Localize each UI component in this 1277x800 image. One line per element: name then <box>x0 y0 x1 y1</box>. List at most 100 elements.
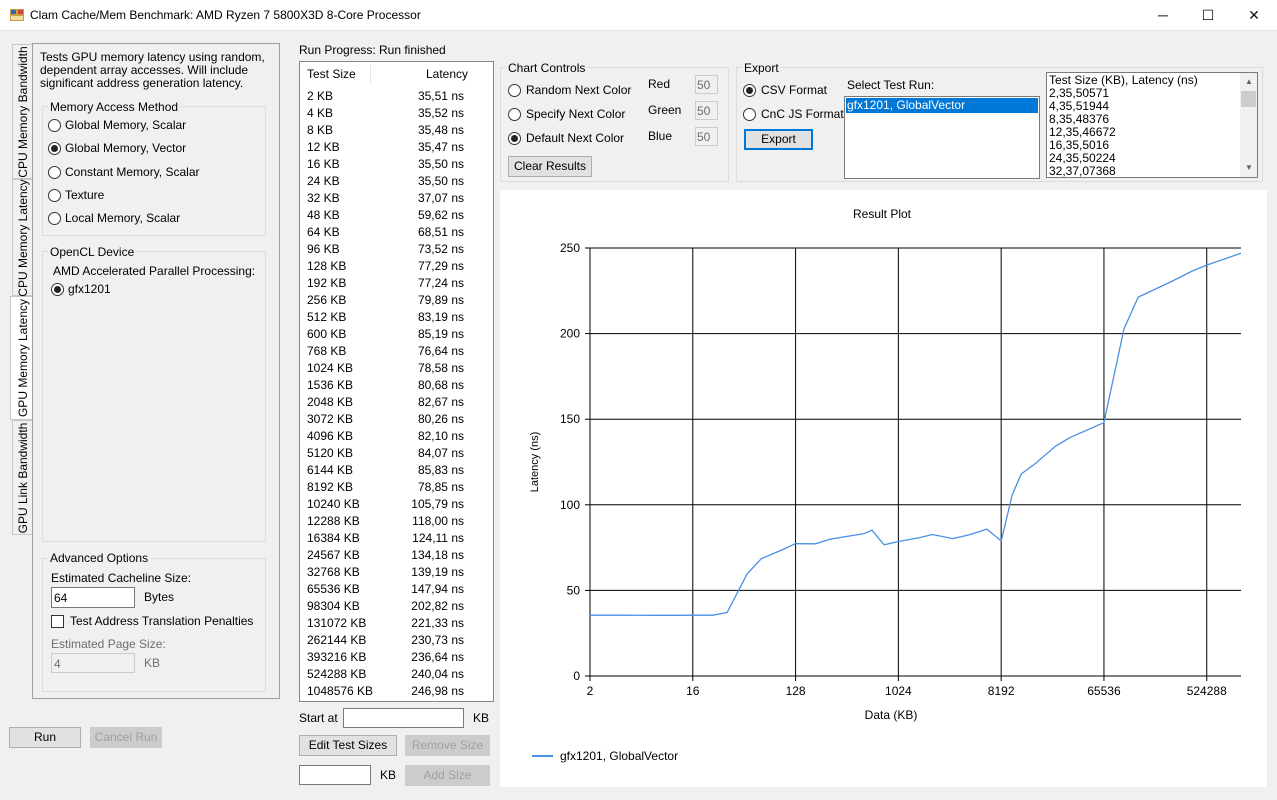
cell-latency: 82,67 ns <box>417 395 464 409</box>
table-row[interactable]: 262144 KB 230,73 ns <box>300 632 493 649</box>
start-at-input[interactable] <box>343 708 464 728</box>
table-row[interactable]: 1048576 KB 246,98 ns <box>300 683 493 700</box>
radio-csv-format[interactable] <box>743 84 756 97</box>
scroll-down-icon[interactable]: ▼ <box>1245 163 1253 172</box>
table-row[interactable]: 24 KB 35,50 ns <box>300 173 493 190</box>
table-row[interactable]: 192 KB 77,24 ns <box>300 275 493 292</box>
tlb-penalties-checkbox[interactable] <box>51 615 64 628</box>
tab-gpu-memory-latency[interactable]: GPU Memory Latency <box>10 296 34 420</box>
tab-gpu-link-bandwidth[interactable]: GPU Link Bandwidth <box>12 420 33 535</box>
table-row[interactable]: 24567 KB 134,18 ns <box>300 547 493 564</box>
table-row[interactable]: 2048 KB 82,67 ns <box>300 394 493 411</box>
radio-specify-color[interactable] <box>508 108 521 121</box>
cell-test-size: 48 KB <box>307 208 340 222</box>
radio-random-color[interactable] <box>508 84 521 97</box>
test-run-listbox[interactable]: gfx1201, GlobalVector <box>844 96 1040 179</box>
red-input[interactable]: 50 <box>695 75 718 94</box>
tab-cpu-memory-latency[interactable]: CPU Memory Latency <box>12 179 33 296</box>
table-row[interactable]: 4096 KB 82,10 ns <box>300 428 493 445</box>
green-input[interactable]: 50 <box>695 101 718 120</box>
table-row[interactable]: 1024 KB 78,58 ns <box>300 360 493 377</box>
radio-cnc-js-format[interactable] <box>743 108 756 121</box>
export-output-textbox[interactable]: Test Size (KB), Latency (ns) 2,35,50571 4,… <box>1046 72 1258 178</box>
close-button[interactable]: ✕ <box>1231 0 1277 31</box>
add-size-button[interactable]: Add Size <box>405 765 490 786</box>
clear-results-button[interactable]: Clear Results <box>508 156 592 177</box>
radio-default-color[interactable] <box>508 132 521 145</box>
table-row[interactable]: 131072 KB 221,33 ns <box>300 615 493 632</box>
table-row[interactable]: 5120 KB 84,07 ns <box>300 445 493 462</box>
radio-constant-scalar[interactable] <box>48 166 61 179</box>
cell-test-size: 262144 KB <box>307 633 367 647</box>
table-row[interactable]: 8 KB 35,48 ns <box>300 122 493 139</box>
radio-device-gfx1201[interactable] <box>51 283 64 296</box>
cacheline-size-input[interactable]: 64 <box>51 587 135 608</box>
title-bar: Clam Cache/Mem Benchmark: AMD Ryzen 7 58… <box>0 0 1277 31</box>
blue-input[interactable]: 50 <box>695 127 718 146</box>
cancel-run-button[interactable]: Cancel Run <box>90 727 162 748</box>
table-row[interactable]: 12 KB 35,47 ns <box>300 139 493 156</box>
column-header-size[interactable]: Test Size <box>307 62 356 87</box>
cell-test-size: 8 KB <box>307 123 334 137</box>
cell-latency: 35,52 ns <box>417 106 464 120</box>
radio-local-scalar[interactable] <box>48 212 61 225</box>
radio-texture[interactable] <box>48 189 61 202</box>
table-row[interactable]: 524288 KB 240,04 ns <box>300 666 493 683</box>
table-row[interactable]: 2 KB 35,51 ns <box>300 88 493 105</box>
cell-test-size: 98304 KB <box>307 599 360 613</box>
column-header-latency[interactable]: Latency <box>426 62 468 87</box>
table-row[interactable]: 3072 KB 80,26 ns <box>300 411 493 428</box>
cell-latency: 84,07 ns <box>417 446 464 460</box>
radio-label: Local Memory, Scalar <box>65 211 181 225</box>
y-tick-label: 250 <box>560 241 580 255</box>
column-divider[interactable] <box>370 65 371 84</box>
series-line <box>590 252 1242 616</box>
table-row[interactable]: 4 KB 35,52 ns <box>300 105 493 122</box>
radio-global-vector[interactable] <box>48 142 61 155</box>
table-row[interactable]: 10240 KB 105,79 ns <box>300 496 493 513</box>
chart-grid <box>589 247 1241 677</box>
minimize-button[interactable]: ─ <box>1140 0 1186 31</box>
x-tick-label: 524288 <box>1187 684 1227 698</box>
table-row[interactable]: 6144 KB 85,83 ns <box>300 462 493 479</box>
table-row[interactable]: 8192 KB 78,85 ns <box>300 479 493 496</box>
remove-size-button[interactable]: Remove Size <box>405 735 490 756</box>
table-row[interactable]: 16384 KB 124,11 ns <box>300 530 493 547</box>
table-row[interactable]: 256 KB 79,89 ns <box>300 292 493 309</box>
export-button[interactable]: Export <box>744 129 813 150</box>
table-row[interactable]: 512 KB 83,19 ns <box>300 309 493 326</box>
table-row[interactable]: 1536 KB 80,68 ns <box>300 377 493 394</box>
cacheline-unit: Bytes <box>144 590 175 604</box>
table-row[interactable]: 98304 KB 202,82 ns <box>300 598 493 615</box>
results-list[interactable]: Test Size Latency 2 KB 35,51 ns 4 KB 35,52 … <box>299 61 494 702</box>
scroll-up-icon[interactable]: ▲ <box>1245 77 1253 86</box>
table-row[interactable]: 65536 KB 147,94 ns <box>300 581 493 598</box>
cell-latency: 35,51 ns <box>417 89 464 103</box>
maximize-button[interactable]: ☐ <box>1185 0 1231 31</box>
table-row[interactable]: 32 KB 37,07 ns <box>300 190 493 207</box>
edit-test-sizes-button[interactable]: Edit Test Sizes <box>299 735 397 756</box>
table-row[interactable]: 393216 KB 236,64 ns <box>300 649 493 666</box>
table-row[interactable]: 12288 KB 118,00 ns <box>300 513 493 530</box>
cell-test-size: 1048576 KB <box>307 684 374 698</box>
table-row[interactable]: 16 KB 35,50 ns <box>300 156 493 173</box>
tab-cpu-memory-bandwidth[interactable]: CPU Memory Bandwidth <box>12 44 33 179</box>
test-run-item[interactable]: gfx1201, GlobalVector <box>846 98 1038 113</box>
page-size-input[interactable]: 4 <box>51 653 135 673</box>
add-size-input[interactable] <box>299 765 371 785</box>
scrollbar-thumb[interactable] <box>1241 91 1256 107</box>
page-size-unit: KB <box>144 656 161 670</box>
table-row[interactable]: 600 KB 85,19 ns <box>300 326 493 343</box>
cacheline-label: Estimated Cacheline Size: <box>51 571 192 585</box>
table-row[interactable]: 48 KB 59,62 ns <box>300 207 493 224</box>
table-row[interactable]: 128 KB 77,29 ns <box>300 258 493 275</box>
radio-label: CnC JS Format <box>761 107 844 121</box>
table-row[interactable]: 768 KB 76,64 ns <box>300 343 493 360</box>
radio-global-scalar[interactable] <box>48 119 61 132</box>
table-row[interactable]: 96 KB 73,52 ns <box>300 241 493 258</box>
cell-latency: 82,10 ns <box>417 429 464 443</box>
table-row[interactable]: 32768 KB 139,19 ns <box>300 564 493 581</box>
run-button[interactable]: Run <box>9 727 81 748</box>
table-row[interactable]: 64 KB 68,51 ns <box>300 224 493 241</box>
export-scrollbar[interactable]: ▲ ▼ <box>1240 73 1257 177</box>
